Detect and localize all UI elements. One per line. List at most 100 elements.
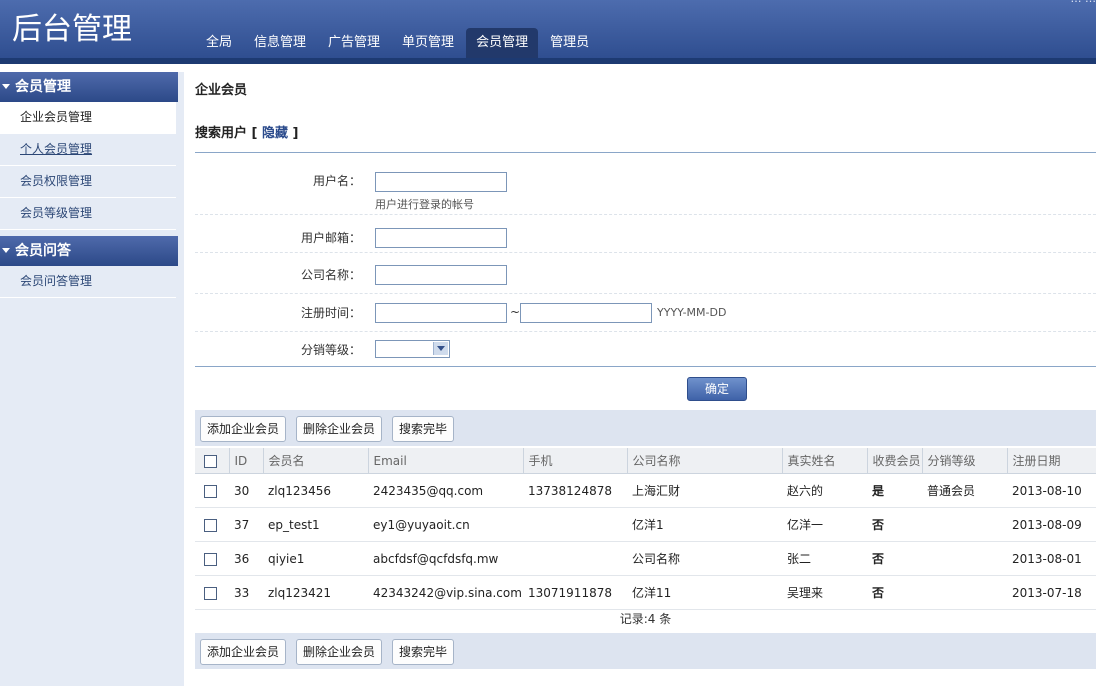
toolbar-top: 添加企业会员 删除企业会员 搜索完毕	[195, 410, 1096, 446]
row-checkbox[interactable]	[204, 518, 217, 532]
form-row-email: 用户邮箱：	[195, 215, 1096, 253]
select-all-checkbox[interactable]	[204, 454, 217, 468]
company-input[interactable]	[375, 265, 507, 285]
cell-level	[922, 507, 1007, 542]
cell-username: qiyie1	[263, 541, 368, 576]
chevron-down-icon[interactable]	[433, 342, 448, 355]
email-input[interactable]	[375, 228, 507, 248]
username-input[interactable]	[375, 172, 507, 192]
cell-level	[922, 541, 1007, 576]
form-row-username: 用户名： 用户进行登录的帐号	[195, 162, 1096, 215]
cell-realname: 亿洋一	[782, 507, 867, 542]
cell-id: 36	[229, 541, 263, 576]
row-select-cell	[195, 507, 229, 542]
col-phone[interactable]: 手机	[523, 448, 628, 474]
page-title: 企业会员	[195, 83, 248, 98]
row-checkbox[interactable]	[204, 552, 217, 566]
cell-paid: 否	[867, 507, 922, 542]
sidebar-item-personal-members[interactable]: 个人会员管理	[0, 134, 176, 166]
username-hint: 用户进行登录的帐号	[375, 198, 474, 211]
confirm-button[interactable]: 确定	[687, 377, 747, 401]
cell-email: abcfdsf@qcfdsfq.mw	[368, 541, 523, 576]
nav-ads[interactable]: 广告管理	[318, 28, 390, 58]
col-username[interactable]: 会员名	[263, 448, 369, 474]
sidebar-group-member-qa[interactable]: 会员问答	[0, 236, 178, 266]
sidebar-item-member-levels[interactable]: 会员等级管理	[0, 198, 176, 230]
col-regdate[interactable]: 注册日期	[1007, 448, 1096, 474]
hide-search-link[interactable]: 隐藏	[262, 126, 288, 141]
search-section-title: 搜索用户 [ 隐藏 ]	[195, 126, 299, 141]
table-row[interactable]: 30 zlq123456 2423435@qq.com 13738124878 …	[195, 473, 1096, 508]
col-id[interactable]: ID	[229, 448, 264, 474]
header-divider	[0, 58, 1096, 64]
members-table: ID 会员名 Email 手机 公司名称 真实姓名 收费会员 分销等级 注册日期…	[195, 448, 1096, 610]
nav-members[interactable]: 会员管理	[466, 28, 539, 58]
form-row-company: 公司名称：	[195, 253, 1096, 294]
add-enterprise-member-button[interactable]: 添加企业会员	[200, 639, 287, 665]
cell-phone: 13071911878	[523, 575, 627, 610]
sidebar-group-member-management[interactable]: 会员管理	[0, 72, 178, 102]
cell-paid: 否	[867, 541, 922, 576]
level-select[interactable]	[375, 340, 450, 358]
search-done-button[interactable]: 搜索完毕	[392, 639, 455, 665]
sidebar-group-title: 会员问答	[15, 243, 71, 259]
regtime-end-input[interactable]	[520, 303, 652, 323]
col-level[interactable]: 分销等级	[922, 448, 1008, 474]
cell-phone	[523, 507, 627, 542]
select-all-cell	[195, 448, 230, 474]
row-checkbox[interactable]	[204, 484, 217, 498]
top-links[interactable]: … …	[1071, 0, 1096, 5]
delete-enterprise-member-button[interactable]: 删除企业会员	[296, 639, 383, 665]
main-content: 企业会员 搜索用户 [ 隐藏 ] 用户名： 用户进行登录的帐号 用户邮箱： 公司…	[195, 72, 1096, 669]
cell-paid: 是	[867, 473, 922, 508]
row-checkbox[interactable]	[204, 586, 217, 600]
nav-info[interactable]: 信息管理	[244, 28, 316, 58]
date-format-hint: YYYY-MM-DD	[657, 306, 727, 319]
nav-pages[interactable]: 单页管理	[392, 28, 464, 58]
sidebar-item-enterprise-members[interactable]: 企业会员管理	[0, 102, 176, 134]
col-realname[interactable]: 真实姓名	[782, 448, 868, 474]
search-done-button[interactable]: 搜索完毕	[392, 416, 455, 442]
cell-phone	[523, 541, 627, 576]
regtime-start-input[interactable]	[375, 303, 507, 323]
nav-global[interactable]: 全局	[196, 28, 242, 58]
cell-email: 2423435@qq.com	[368, 473, 523, 508]
sidebar: 会员管理 企业会员管理 个人会员管理 会员权限管理 会员等级管理 会员问答 会员…	[0, 72, 184, 686]
table-row[interactable]: 36 qiyie1 abcfdsf@qcfdsfq.mw 公司名称 张二 否 2…	[195, 541, 1096, 576]
cell-regdate: 2013-08-10	[1007, 473, 1096, 508]
record-count: 记录:4 条	[619, 612, 672, 626]
add-enterprise-member-button[interactable]: 添加企业会员	[200, 416, 287, 442]
sidebar-item-member-qa[interactable]: 会员问答管理	[0, 266, 176, 298]
collapse-arrow-icon	[2, 247, 10, 253]
cell-paid: 否	[867, 575, 922, 610]
form-bottom-divider	[195, 366, 1096, 367]
collapse-arrow-icon	[2, 83, 10, 89]
regtime-label: 注册时间：	[300, 306, 361, 320]
cell-id: 30	[229, 473, 263, 508]
cell-realname: 吴理来	[782, 575, 867, 610]
row-select-cell	[195, 473, 229, 508]
company-label: 公司名称：	[300, 268, 361, 282]
cell-email: 42343242@vip.sina.com	[368, 575, 523, 610]
table-row[interactable]: 33 zlq123421 42343242@vip.sina.com 13071…	[195, 575, 1096, 610]
cell-regdate: 2013-08-01	[1007, 541, 1096, 576]
col-email[interactable]: Email	[368, 448, 524, 474]
table-header-row: ID 会员名 Email 手机 公司名称 真实姓名 收费会员 分销等级 注册日期	[195, 448, 1096, 474]
cell-company: 上海汇财	[627, 473, 782, 508]
sidebar-group-title: 会员管理	[15, 79, 71, 95]
cell-regdate: 2013-08-09	[1007, 507, 1096, 542]
form-row-regtime: 注册时间： ~ YYYY-MM-DD	[195, 294, 1096, 332]
table-row[interactable]: 37 ep_test1 ey1@yuyaoit.cn 亿洋1 亿洋一 否 201…	[195, 507, 1096, 542]
delete-enterprise-member-button[interactable]: 删除企业会员	[296, 416, 383, 442]
main-nav: 全局 信息管理 广告管理 单页管理 会员管理 管理员	[196, 28, 601, 58]
cell-id: 37	[229, 507, 263, 542]
row-select-cell	[195, 541, 229, 576]
nav-admins[interactable]: 管理员	[540, 28, 599, 58]
col-paid[interactable]: 收费会员	[867, 448, 923, 474]
toolbar-bottom: 添加企业会员 删除企业会员 搜索完毕	[195, 633, 1096, 669]
email-label: 用户邮箱：	[300, 231, 361, 245]
section-divider	[195, 152, 1096, 153]
sidebar-item-member-permissions[interactable]: 会员权限管理	[0, 166, 176, 198]
cell-level	[922, 575, 1007, 610]
col-company[interactable]: 公司名称	[627, 448, 783, 474]
